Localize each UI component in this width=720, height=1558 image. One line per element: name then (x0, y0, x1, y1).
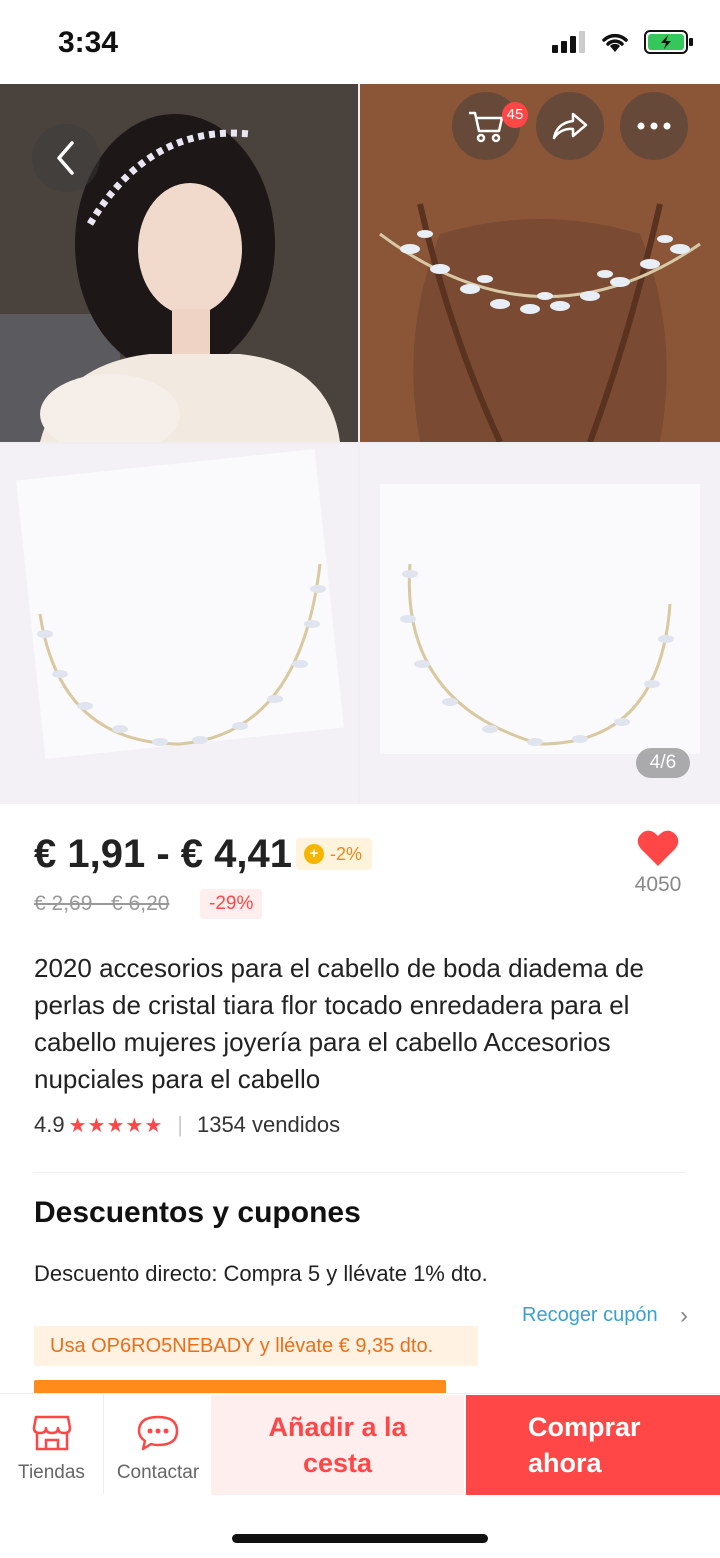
gallery-page-indicator: 4/6 (636, 748, 690, 778)
buy-now-button[interactable]: Comprar ahora (466, 1395, 720, 1495)
status-bar: 3:34 (0, 0, 720, 84)
collect-coupon-link[interactable]: Recoger cupón (522, 1304, 658, 1327)
rating-stars: ★★★★★ (68, 1114, 164, 1137)
divider (34, 1172, 686, 1173)
store-icon (32, 1415, 71, 1451)
promo-strip (34, 1380, 446, 1394)
contact-label: Contactar (116, 1462, 200, 1483)
contact-button[interactable]: Contactar (106, 1394, 210, 1494)
rating-separator: | (177, 1112, 183, 1137)
rating-row[interactable]: 4.9 ★★★★★ | 1354 vendidos (34, 1112, 340, 1138)
chat-icon (137, 1415, 179, 1451)
stores-button[interactable]: Tiendas (0, 1394, 104, 1494)
back-icon (57, 141, 74, 175)
buy-now-label: Comprar ahora (528, 1412, 641, 1478)
share-button[interactable] (536, 92, 604, 160)
coupons-section-title: Descuentos y cupones (34, 1196, 361, 1229)
status-icons (552, 30, 694, 54)
rating-value: 4.9 (34, 1112, 65, 1137)
coupon-code-promo[interactable]: Usa OP6RO5NEBADY y llévate € 9,35 dto. (34, 1326, 478, 1366)
add-to-cart-button[interactable]: Añadir a la cesta (211, 1395, 464, 1495)
direct-discount-text: Descuento directo: Compra 5 y llévate 1%… (34, 1261, 488, 1286)
wishlist-count: 4050 (634, 873, 682, 896)
back-button[interactable] (32, 124, 100, 192)
product-title: 2020 accesorios para el cabello de boda … (34, 953, 644, 1094)
signal-icon (552, 31, 585, 53)
bottom-action-bar: Tiendas Contactar Añadir a la cesta Comp… (0, 1393, 720, 1558)
chevron-right-icon[interactable]: › (680, 1302, 688, 1330)
product-gallery[interactable] (0, 84, 720, 804)
status-time: 3:34 (58, 26, 119, 59)
more-icon (637, 122, 671, 130)
battery-icon (644, 30, 693, 54)
coin-discount-badge: + -2% (296, 838, 373, 870)
heart-icon (637, 830, 679, 866)
discount-badge: -29% (200, 889, 263, 919)
home-indicator[interactable] (232, 1534, 488, 1543)
product-photo-flat-1 (0, 444, 358, 804)
share-icon (552, 112, 588, 140)
coin-discount-text: -2% (330, 843, 363, 864)
original-price: € 2,69 - € 6,20 (34, 892, 170, 915)
stores-label: Tiendas (18, 1462, 85, 1483)
sold-count: 1354 vendidos (196, 1112, 341, 1137)
add-to-cart-label: Añadir a la cesta (268, 1412, 407, 1478)
price-range: € 1,91 - € 4,41 (34, 832, 292, 876)
wifi-icon (602, 33, 628, 52)
wishlist-button[interactable] (636, 828, 680, 873)
cart-count-badge: 45 (502, 102, 528, 128)
coin-icon: + (304, 844, 324, 864)
cart-icon (469, 111, 504, 143)
more-button[interactable] (620, 92, 688, 160)
